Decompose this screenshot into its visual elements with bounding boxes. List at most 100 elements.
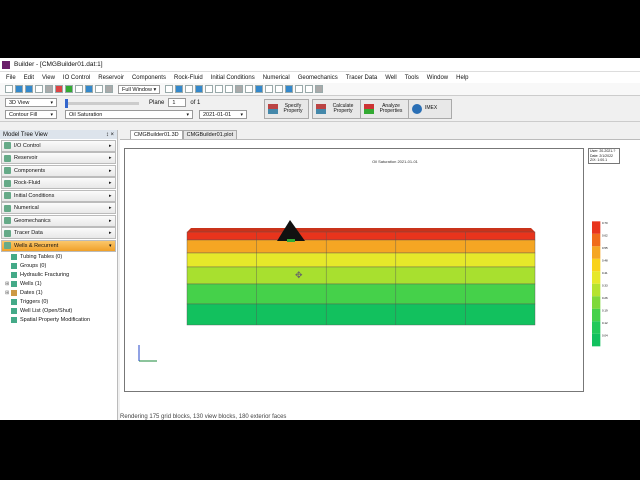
initial-conditions-icon <box>4 192 11 199</box>
menu-io-control[interactable]: IO Control <box>63 75 90 81</box>
pencil-icon[interactable] <box>95 85 103 93</box>
imex-button[interactable]: IMEX <box>408 99 452 119</box>
chart-icon[interactable] <box>195 85 204 93</box>
table-icon[interactable] <box>185 85 194 93</box>
menu-reservoir[interactable]: Reservoir <box>98 75 124 81</box>
menu-components[interactable]: Components <box>132 75 166 81</box>
axis-icon[interactable] <box>255 85 264 93</box>
imex-label: IMEX <box>425 105 438 112</box>
stop-icon[interactable] <box>55 85 63 93</box>
chevron-right-icon: ▸ <box>109 142 112 149</box>
tree-item-spatial-property[interactable]: Spatial Property Modification <box>5 315 117 324</box>
view-mode-select[interactable]: Full Window ▾ <box>118 84 161 94</box>
panel-pin-close[interactable]: ↕ × <box>106 132 114 138</box>
tree-item-triggers[interactable]: Triggers (0) <box>5 297 117 306</box>
chevron-right-icon: ▸ <box>109 155 112 161</box>
display-type-select[interactable]: Contour Fill ▾ <box>5 110 57 119</box>
grid-icon[interactable] <box>165 85 174 93</box>
legend-swatch <box>592 321 601 334</box>
nav-geomechanics[interactable]: Geomechanics ▸ <box>1 214 116 227</box>
nav-label: Rock-Fluid <box>14 180 41 186</box>
plane-slider[interactable] <box>65 99 139 108</box>
tubing-icon <box>11 253 17 260</box>
tree-label: Wells (1) <box>20 280 42 287</box>
fit-icon[interactable] <box>245 85 254 93</box>
date-select[interactable]: 2021-01-01 ▾ <box>199 110 247 119</box>
calculate-property-button[interactable]: Calculate Property <box>312 99 361 119</box>
menu-window[interactable]: Window <box>427 75 448 81</box>
menu-tools[interactable]: Tools <box>405 75 419 81</box>
zoom-in-icon[interactable] <box>215 85 224 93</box>
grid-layer <box>186 266 536 285</box>
nav-tracer-data[interactable]: Tracer Data ▸ <box>1 227 116 239</box>
menu-rock-fluid[interactable]: Rock-Fluid <box>174 75 203 81</box>
nav-reservoir[interactable]: Reservoir ▸ <box>1 152 116 164</box>
print-icon[interactable] <box>35 85 43 93</box>
plane-input[interactable]: 1 <box>168 98 187 107</box>
nav-label: Initial Conditions <box>14 192 55 199</box>
chevron-down-icon: ▾ <box>109 242 112 249</box>
pan-icon[interactable] <box>105 85 113 93</box>
rotate-view-icon[interactable] <box>285 85 294 93</box>
menu-edit[interactable]: Edit <box>24 75 34 81</box>
validate-icon[interactable] <box>65 85 73 93</box>
new-file-icon[interactable] <box>5 85 13 93</box>
nav-label: Reservoir <box>14 155 38 161</box>
nav-label: Components <box>14 167 46 174</box>
legend-label: 0.48 <box>602 258 608 262</box>
3d-canvas[interactable]: Oil Saturation 2021-01-01 ✥ <box>124 148 584 392</box>
tree-item-wells[interactable]: ⊞ Wells (1) <box>5 279 117 288</box>
view-type-select[interactable]: 3D View ▾ <box>5 98 57 107</box>
cut-icon[interactable] <box>45 85 53 93</box>
legend-label: 0.55 <box>602 246 608 250</box>
nav-wells-recurrent[interactable]: Wells & Recurrent ▾ <box>1 239 116 252</box>
tree-item-hydraulic-fracturing[interactable]: Hydraulic Fracturing <box>5 270 117 279</box>
nav-io-control[interactable]: I/O Control ▸ <box>1 139 116 152</box>
tab-3d[interactable]: CMGBuilder01.3D <box>130 130 183 139</box>
menu-numerical[interactable]: Numerical <box>263 75 290 81</box>
nav-initial-conditions[interactable]: Initial Conditions ▸ <box>1 189 116 202</box>
reservoir-3d-view[interactable]: Oil Saturation 2021-01-01 ✥ <box>125 149 584 392</box>
tree-item-dates[interactable]: ⊞ Dates (1) <box>5 288 117 297</box>
hand-icon[interactable] <box>235 85 244 93</box>
nav-rock-fluid[interactable]: Rock-Fluid ▸ <box>1 177 116 189</box>
menu-view[interactable]: View <box>42 75 55 81</box>
save-icon[interactable] <box>25 85 33 93</box>
measure-icon[interactable] <box>275 85 284 93</box>
menu-geomechanics[interactable]: Geomechanics <box>298 75 338 81</box>
pointer-icon[interactable] <box>75 85 83 93</box>
title-bar: Builder - [CMGBuilder01.dat:1] <box>0 58 640 72</box>
legend-swatch <box>592 271 601 284</box>
view-area: Oil Saturation 2021-01-01 ✥ User: 20-202… <box>120 139 640 420</box>
tree-item-groups[interactable]: Groups (0) <box>5 261 117 270</box>
nav-components[interactable]: Components ▸ <box>1 164 116 177</box>
nav-numerical[interactable]: Numerical ▸ <box>1 202 116 214</box>
grid-layer <box>186 303 536 326</box>
specify-property-button[interactable]: Specify Property <box>264 99 309 119</box>
zoom-icon[interactable] <box>265 85 274 93</box>
menu-file[interactable]: File <box>6 75 16 81</box>
zoom-out-icon[interactable] <box>225 85 234 93</box>
tab-plot[interactable]: CMGBuilder01.plot <box>182 130 238 139</box>
menu-help[interactable]: Help <box>456 75 468 81</box>
layout-icon[interactable] <box>175 85 184 93</box>
open-file-icon[interactable] <box>15 85 23 93</box>
tree-item-tubing-tables[interactable]: Tubing Tables (0) <box>5 252 117 261</box>
tree-label: Dates (1) <box>20 289 43 296</box>
reset-view-icon[interactable] <box>295 85 304 93</box>
nav-label: Numerical <box>14 205 39 211</box>
rotate-icon[interactable] <box>85 85 93 93</box>
axis-triad <box>138 345 157 362</box>
menu-initial-conditions[interactable]: Initial Conditions <box>211 75 255 81</box>
property-select[interactable]: Oil Saturation ▾ <box>65 110 193 119</box>
sort-icon[interactable] <box>205 85 214 93</box>
analyze-properties-button[interactable]: Analyze Properties <box>360 99 409 119</box>
legend-label: 0.41 <box>602 271 608 275</box>
plane-slider-thumb[interactable] <box>65 99 68 108</box>
tree-item-well-list[interactable]: Well List (Open/Shut) <box>5 306 117 315</box>
section-icon[interactable] <box>315 85 324 93</box>
cube-icon[interactable] <box>305 85 314 93</box>
menu-tracer-data[interactable]: Tracer Data <box>346 75 377 81</box>
menu-well[interactable]: Well <box>385 75 397 81</box>
document-tabs: CMGBuilder01.3D CMGBuilder01.plot <box>130 130 238 139</box>
